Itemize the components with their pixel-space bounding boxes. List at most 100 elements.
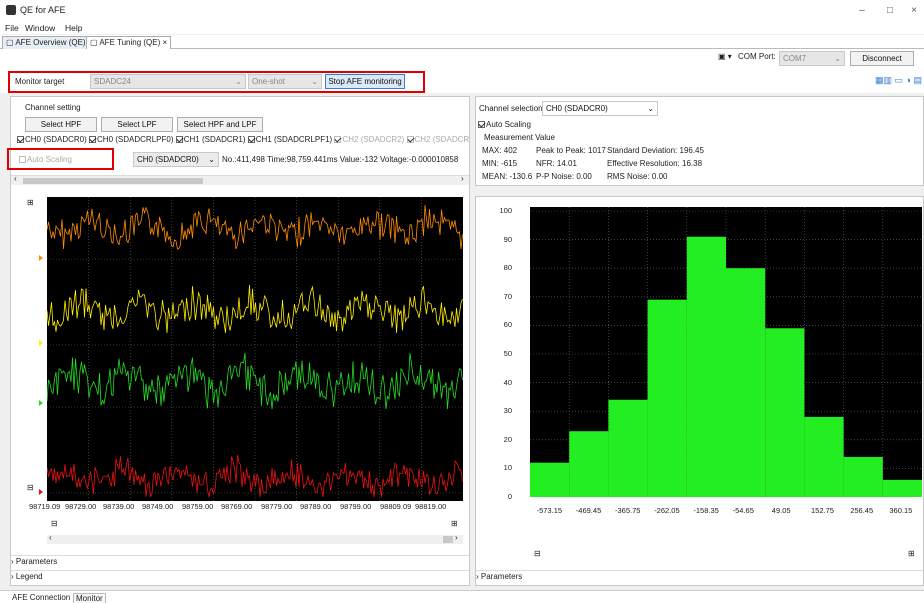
legend-section[interactable]: › Legend <box>11 570 469 583</box>
stat-min: MIN: -615 <box>482 159 518 168</box>
histogram-bar <box>569 431 609 497</box>
stat-mean: MEAN: -130.6 <box>482 172 533 181</box>
scroll-left-icon[interactable]: ‹ <box>14 174 17 183</box>
scroll-right-icon[interactable]: › <box>455 533 458 542</box>
y-tick: 20 <box>503 434 512 444</box>
select-hpf-button[interactable]: Select HPF <box>25 117 97 132</box>
horizontal-scrollbar[interactable]: ‹ › <box>11 174 469 185</box>
x-tick: -158.35 <box>693 506 719 515</box>
histogram-bar <box>530 462 570 497</box>
channel-checkbox-ch0[interactable]: CH0 (SDADCR0) <box>17 135 87 144</box>
trace-marker-yellow <box>39 340 43 346</box>
histogram-bar <box>726 268 766 497</box>
select-hpf-lpf-button[interactable]: Select HPF and LPF <box>177 117 263 132</box>
x-tick: 152.75 <box>811 506 834 515</box>
x-tick: 256.45 <box>850 506 874 515</box>
measurement-value-label: Measurement Value <box>484 133 555 142</box>
channel-checkbox-ch2: CH2 (SDADCR2) <box>334 135 404 144</box>
x-tick: 98729.00 <box>65 502 97 511</box>
cursor-readout: No.:411,498 Time:98,759.441ms Value:-132… <box>222 155 459 164</box>
auto-scaling-checkbox[interactable]: Auto Scaling <box>19 155 72 164</box>
channel-selection-select[interactable]: CH0 (SDADCR0) ⌄ <box>542 101 658 116</box>
scroll-thumb[interactable] <box>23 178 203 184</box>
y-tick: 70 <box>503 291 512 301</box>
histogram-y-axis: 0 10 20 30 40 50 60 70 80 90 100 <box>484 206 514 501</box>
channel-checkbox-ch1-lpf[interactable]: CH1 (SDADCRLPF1) <box>247 135 332 144</box>
stat-nfr: NFR: 14.01 <box>536 159 577 168</box>
close-button[interactable]: × <box>902 3 924 19</box>
y-tick: 90 <box>503 234 512 244</box>
histogram-svg <box>530 207 922 497</box>
histogram-plot[interactable] <box>530 207 922 497</box>
window-title: QE for AFE <box>20 5 66 15</box>
stat-peak-to-peak: Peak to Peak: 1017 <box>536 146 606 155</box>
menu-bar: File Window Help <box>0 22 924 34</box>
stop-monitoring-button[interactable]: Stop AFE monitoring <box>325 74 405 89</box>
x-tick: -262.05 <box>654 506 680 515</box>
stat-max: MAX: 402 <box>482 146 518 155</box>
zoom-in-icon[interactable]: ⊞ <box>908 549 915 558</box>
x-tick: 98749.00 <box>142 502 174 511</box>
parameters-section[interactable]: › Parameters <box>11 555 469 568</box>
scroll-thumb[interactable] <box>443 536 453 543</box>
monitor-target-label: Monitor target <box>15 77 65 86</box>
chevron-down-icon: ⌄ <box>235 77 242 86</box>
menu-help[interactable]: Help <box>65 23 82 33</box>
tab-afe-overview[interactable]: ▢ AFE Overview (QE) <box>2 36 90 49</box>
histogram-bar <box>647 299 687 497</box>
x-tick: 98799.00 <box>340 502 372 511</box>
channel-select[interactable]: CH0 (SDADCR0) ⌄ <box>133 152 219 167</box>
plot-scrollbar[interactable]: ‹ › <box>47 533 463 544</box>
channel-checkbox-ch0-lpf[interactable]: CH0 (SDADCRLPF0) <box>89 135 174 144</box>
mode-select[interactable]: One-shot ⌄ <box>248 74 322 89</box>
auto-scaling-checkbox[interactable]: Auto Scaling <box>478 120 531 129</box>
chevron-down-icon: ⌄ <box>647 104 654 113</box>
stat-effective-resolution: Effective Resolution: 16.38 <box>607 159 703 168</box>
zoom-out-icon[interactable]: ⊟ <box>534 549 541 558</box>
histogram-bar <box>804 416 844 497</box>
channel-setting-label: Channel setting <box>25 103 81 112</box>
menu-window[interactable]: Window <box>25 23 55 33</box>
minimize-button[interactable]: – <box>850 3 874 19</box>
channel-checkbox-ch1[interactable]: CH1 (SDADCR1) <box>175 135 246 144</box>
monitor-target-select[interactable]: SDADC24 ⌄ <box>90 74 246 89</box>
channel-selection-label: Channel selection <box>479 104 543 113</box>
com-port-select[interactable]: COM7 ⌄ <box>779 51 845 66</box>
zoom-out-icon[interactable]: ⊟ <box>51 519 58 528</box>
expand-icon[interactable]: ⊞ <box>27 198 34 207</box>
collapse-icon[interactable]: ⊟ <box>27 483 34 492</box>
zoom-in-icon[interactable]: ⊞ <box>451 519 458 528</box>
tab-afe-tuning[interactable]: ▢ AFE Tuning (QE) × <box>86 36 172 49</box>
waveform-panel: Channel setting Select HPF Select LPF Se… <box>7 96 470 586</box>
menu-file[interactable]: File <box>5 23 19 33</box>
tab-icon: ▢ <box>6 38 16 47</box>
tool-row: ▣ ▾ COM Port: COM7 ⌄ Disconnect <box>0 49 924 67</box>
maximize-button[interactable]: □ <box>878 3 902 19</box>
tab-afe-connection[interactable]: AFE Connection <box>12 593 70 602</box>
histogram-bar <box>843 456 883 497</box>
x-tick: -54.65 <box>732 506 754 515</box>
chevron-down-icon: ⌄ <box>311 77 318 86</box>
stat-rms-noise: RMS Noise: 0.00 <box>607 172 668 181</box>
x-tick-row: 98719.09 98729.00 98739.00 98749.00 9875… <box>25 502 465 514</box>
y-tick: 50 <box>503 349 512 358</box>
disconnect-button[interactable]: Disconnect <box>850 51 914 66</box>
select-lpf-button[interactable]: Select LPF <box>101 117 173 132</box>
parameters-section[interactable]: › Parameters <box>476 570 923 583</box>
histogram-x-axis: -573.15 -469.45 -365.75 -262.05 -158.35 -54.6… <box>530 506 922 518</box>
view-toolbar-icons[interactable]: ▦▥ ▭ ◑ ▤ <box>875 75 922 86</box>
waveform-svg <box>47 197 463 501</box>
channel-checkbox-row: CH0 (SDADCR0) CH0 (SDADCRLPF0) CH1 (SDAD… <box>17 135 469 144</box>
waveform-trace <box>47 284 463 334</box>
scroll-left-icon[interactable]: ‹ <box>49 533 52 542</box>
scroll-right-icon[interactable]: › <box>461 174 464 183</box>
y-tick: 10 <box>503 463 512 473</box>
x-tick: 98809.09 <box>380 502 412 511</box>
tab-monitor[interactable]: Monitor <box>73 593 106 603</box>
y-tick: 40 <box>503 377 512 387</box>
y-tick: 100 <box>499 206 512 215</box>
waveform-plot[interactable] <box>47 197 463 501</box>
y-tick: 0 <box>507 492 512 501</box>
y-tick: 80 <box>503 263 512 273</box>
histogram-bar <box>882 479 922 497</box>
